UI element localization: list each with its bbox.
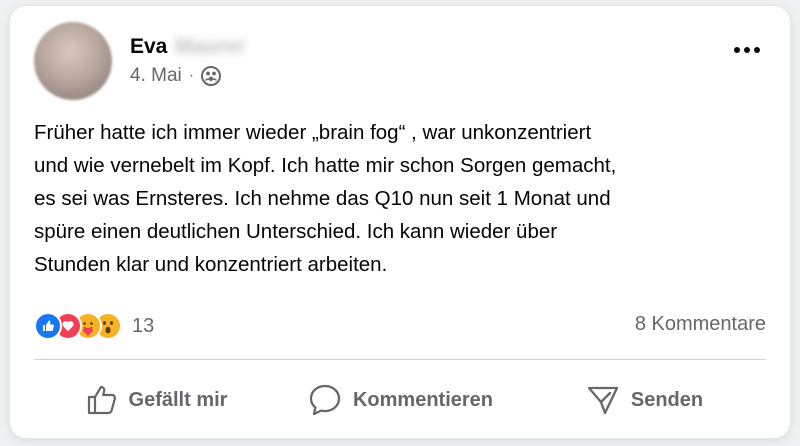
like-reaction-icon (34, 312, 62, 340)
author-last-name-blurred: Maurer (175, 35, 246, 58)
like-label: Gefällt mir (128, 388, 228, 411)
more-icon (734, 47, 760, 53)
more-options-button[interactable] (730, 40, 764, 60)
meta-separator: · (188, 67, 195, 84)
friends-icon[interactable] (201, 66, 222, 86)
send-button[interactable]: Senden (522, 372, 766, 428)
post-meta: 4. Mai · (130, 64, 222, 88)
like-button[interactable]: Gefällt mir (34, 372, 278, 428)
post-text: Früher hatte ich immer wieder „brain fog… (34, 121, 617, 276)
divider (34, 359, 766, 360)
comment-button[interactable]: Kommentieren (278, 372, 522, 428)
reactions-summary[interactable]: 13 (34, 309, 154, 343)
avatar[interactable] (34, 22, 112, 100)
comment-label: Kommentieren (352, 388, 494, 411)
action-bar: Gefällt mir Kommentieren Senden (34, 372, 766, 428)
author-name[interactable]: Eva Maurer (130, 32, 245, 62)
send-icon (587, 386, 619, 415)
send-label: Senden (630, 388, 704, 411)
comments-count[interactable]: 8 Kommentare (635, 313, 766, 336)
reaction-count[interactable]: 13 (132, 315, 154, 338)
author-first-name[interactable]: Eva (130, 35, 167, 59)
post-date[interactable]: 4. Mai (130, 65, 182, 87)
thumbs-up-icon (87, 385, 116, 415)
comment-icon (309, 384, 341, 416)
post-card: Eva Maurer 4. Mai · Früher hatte ich imm… (10, 6, 790, 438)
